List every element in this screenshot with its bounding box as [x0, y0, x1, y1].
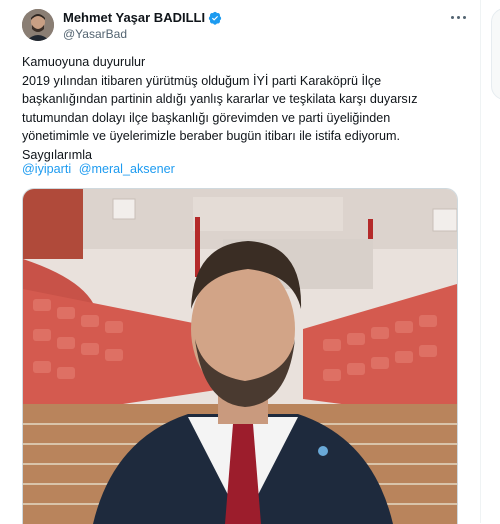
tweet-line: Kamuoyuna duyurulur [22, 55, 146, 69]
mentions: @iyiparti @meral_aksener [22, 162, 179, 176]
tweet-line: başkanlığından partinin aldığı yanlış ka… [22, 92, 418, 106]
author-display-name[interactable]: Mehmet Yaşar BADILLI [63, 10, 205, 25]
tweet-line: 2019 yılından itibaren yürütmüş olduğum … [22, 73, 382, 88]
avatar[interactable] [22, 9, 54, 41]
author-name-row[interactable]: Mehmet Yaşar BADILLI [63, 10, 222, 25]
tweet-text: Kamuoyuna duyurulur 2019 yılından itibar… [22, 53, 462, 164]
tweet-media-photo[interactable] [22, 188, 458, 524]
author-handle[interactable]: @YasarBad [63, 27, 127, 41]
mention-link-meral-aksener[interactable]: @meral_aksener [79, 162, 175, 176]
photo-illustration [23, 189, 457, 524]
tweet-line: tutumundan dolayı ilçe başkanlığı görevi… [22, 110, 391, 125]
mention-link-iyiparti[interactable]: @iyiparti [22, 162, 71, 176]
sidebar-card [491, 8, 500, 100]
verified-badge-icon [208, 11, 222, 25]
right-sidebar-edge [480, 0, 500, 523]
tweet-card: Mehmet Yaşar BADILLI @YasarBad Kamuoyuna… [0, 0, 478, 524]
more-options-icon[interactable] [449, 10, 467, 24]
tweet-line: yönetimimle ve üyelerimizle beraber bugü… [22, 129, 400, 143]
